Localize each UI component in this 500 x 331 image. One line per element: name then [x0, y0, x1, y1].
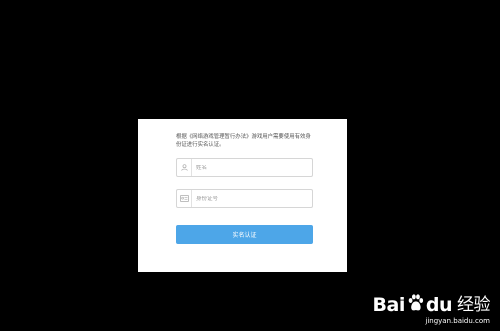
- watermark-url: jingyan.baidu.com: [425, 317, 490, 325]
- name-field[interactable]: [176, 158, 313, 177]
- user-icon: [177, 159, 192, 176]
- paw-icon: [407, 294, 424, 316]
- id-number-field[interactable]: [176, 189, 313, 208]
- watermark-logo: Bai du 经验: [372, 294, 491, 316]
- watermark-brand-b: du: [425, 294, 453, 316]
- id-number-input[interactable]: [196, 195, 296, 202]
- watermark-brand-cn: 经验: [457, 295, 491, 315]
- verify-button[interactable]: 实名认证: [176, 225, 313, 244]
- verification-notice: 根据《网络游戏管理暂行办法》游戏用户需要使用有效身份证进行实名认证。: [176, 134, 311, 148]
- real-name-verification-dialog: 根据《网络游戏管理暂行办法》游戏用户需要使用有效身份证进行实名认证。 实名认证: [138, 119, 347, 272]
- baidu-jingyan-watermark: Bai du 经验 jingyan.baidu.com: [372, 294, 491, 325]
- id-card-icon: [177, 190, 192, 207]
- watermark-brand-a: Bai: [372, 294, 406, 316]
- name-input[interactable]: [196, 164, 296, 171]
